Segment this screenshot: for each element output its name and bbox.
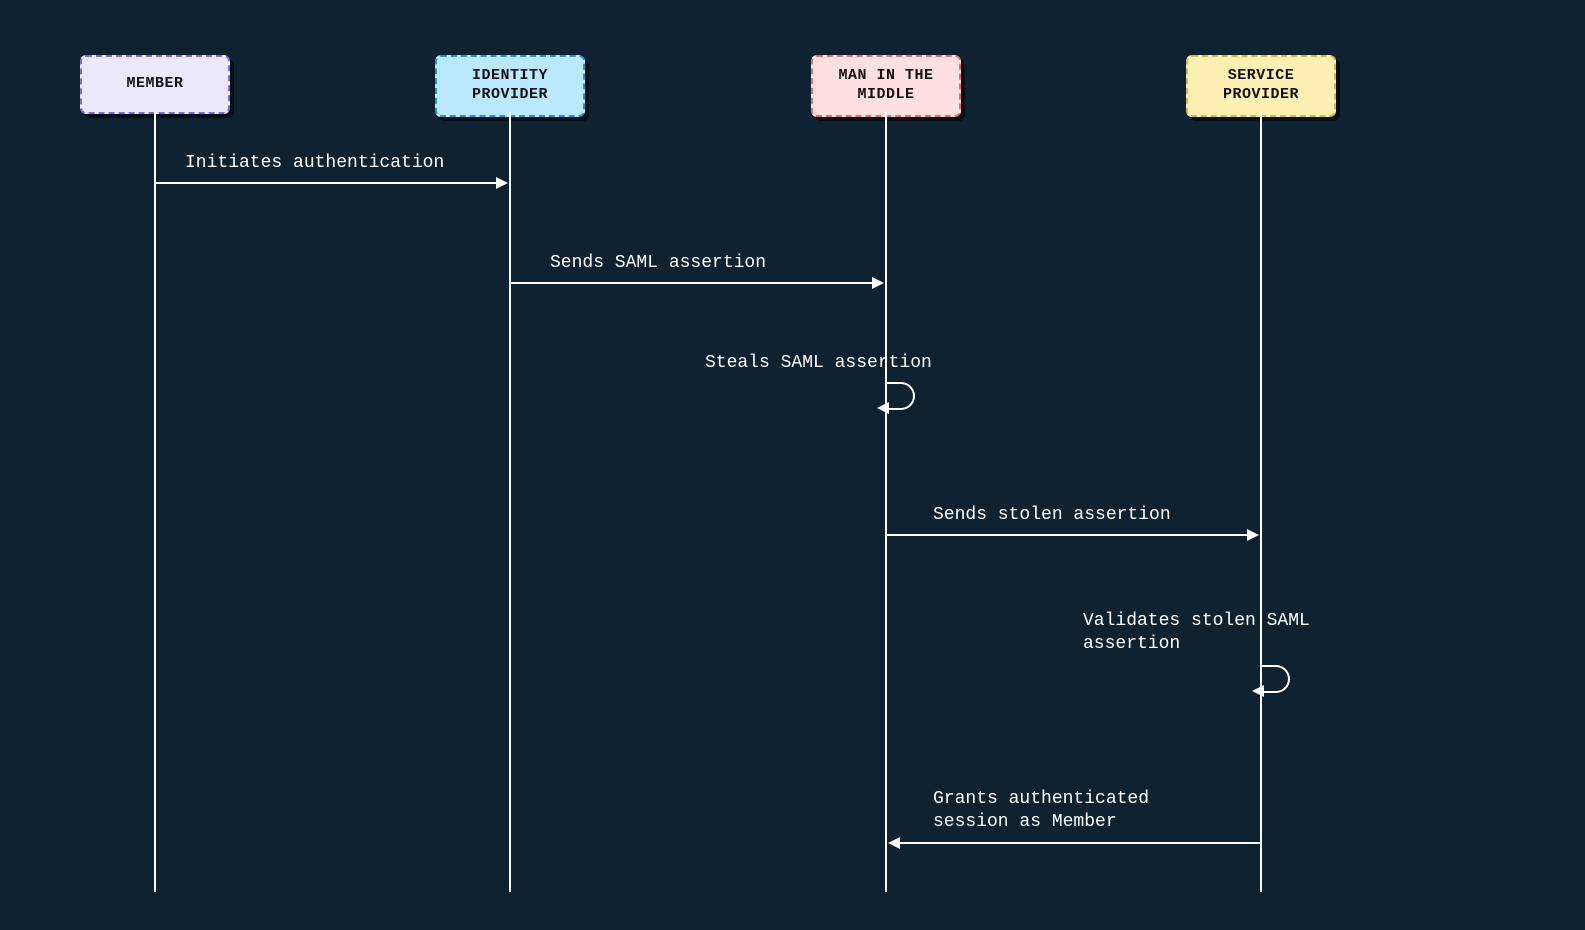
arrow-idp-to-mitm bbox=[511, 282, 882, 284]
message-validates-stolen-assertion: Validates stolen SAML assertion bbox=[1083, 610, 1310, 657]
lifeline-idp bbox=[509, 112, 511, 892]
message-sends-stolen-assertion: Sends stolen assertion bbox=[933, 504, 1171, 527]
lifeline-mitm bbox=[885, 112, 887, 892]
actor-service-provider: SERVICE PROVIDER bbox=[1186, 55, 1336, 117]
actor-man-in-the-middle: MAN IN THE MIDDLE bbox=[811, 55, 961, 117]
actor-sp-label: SERVICE PROVIDER bbox=[1223, 67, 1299, 103]
actor-member: MEMBER bbox=[80, 55, 230, 114]
message-initiates-authentication: Initiates authentication bbox=[185, 152, 444, 175]
message-steals-saml-assertion: Steals SAML assertion bbox=[705, 352, 932, 375]
actor-member-label: MEMBER bbox=[126, 75, 183, 92]
actor-mitm-label: MAN IN THE MIDDLE bbox=[838, 67, 933, 103]
arrow-sp-to-mitm bbox=[890, 842, 1260, 844]
message-grants-session: Grants authenticated session as Member bbox=[933, 788, 1149, 835]
lifeline-sp bbox=[1260, 112, 1262, 892]
arrow-mitm-to-sp bbox=[887, 534, 1257, 536]
actor-identity-provider: IDENTITY PROVIDER bbox=[435, 55, 585, 117]
lifeline-member bbox=[154, 112, 156, 892]
message-sends-saml-assertion: Sends SAML assertion bbox=[550, 252, 766, 275]
sequence-diagram: MEMBER IDENTITY PROVIDER MAN IN THE MIDD… bbox=[0, 0, 1585, 930]
actor-idp-label: IDENTITY PROVIDER bbox=[472, 67, 548, 103]
arrow-member-to-idp bbox=[156, 182, 506, 184]
